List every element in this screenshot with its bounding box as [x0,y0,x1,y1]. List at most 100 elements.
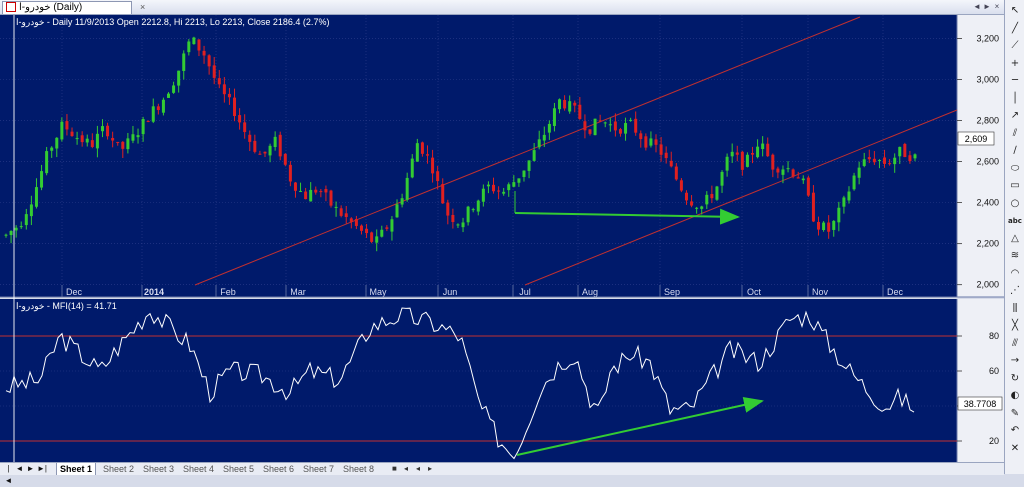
sheet-tab[interactable]: Sheet 8 [340,463,377,475]
tab-close-icon[interactable]: × [992,1,1002,12]
candle-body [4,234,8,236]
candle-body [669,160,673,167]
sheet-nav-2-icon[interactable]: ► [26,463,35,475]
candle-body [796,177,800,179]
undo-icon[interactable]: ↶ [1007,424,1023,438]
arrow-icon[interactable]: → [1007,354,1023,368]
candle-body [19,226,23,228]
candle-body [40,171,44,188]
candle-body [766,143,770,157]
pointer-icon[interactable]: ↖ [1007,4,1023,18]
andrews-icon[interactable]: ⫻ [1007,337,1023,351]
vertical-line-icon[interactable]: │ [1007,92,1023,106]
candle-body [95,133,99,149]
color-icon[interactable]: ◐ [1007,389,1023,403]
candle-body [212,65,216,78]
candle-body [690,201,694,206]
sheet-nav-1-icon[interactable]: ◄ [15,463,24,475]
sheet-add-icon[interactable]: ◂ [404,463,408,475]
price-pane[interactable] [0,15,957,297]
candle-body [563,100,567,109]
candle-body [674,166,678,180]
cycles-icon[interactable]: ⫼ [1007,302,1023,316]
candle-body [608,124,612,126]
circle-icon[interactable]: ○ [1007,197,1023,211]
candle-body [167,93,171,98]
sheet-next-icon[interactable]: ▸ [428,463,432,475]
price-xtick-label: Jul [519,287,531,297]
refresh-icon[interactable]: ↻ [1007,372,1023,386]
sheet-tab[interactable]: Sheet 7 [300,463,337,475]
regression-icon[interactable]: ∕ [1007,144,1023,158]
gann-icon[interactable]: ╳ [1007,319,1023,333]
close-icon[interactable]: × [140,2,145,12]
candle-body [207,55,211,67]
sheet-tab[interactable]: Sheet 4 [180,463,217,475]
candle-body [238,115,242,123]
chart-tab[interactable]: خودرو-ا (Daily) [2,1,132,14]
candle-body [395,204,399,218]
candle-body [908,155,912,162]
candle-body [725,156,729,171]
price-xtick-label: Mar [290,287,306,297]
lock-icon[interactable]: ■ [392,463,397,475]
candle-body [679,180,683,191]
candle-body [116,141,120,143]
sheet-nav-0-icon[interactable]: |◄ [4,463,13,487]
candle-body [24,214,28,226]
candle-body [695,207,699,209]
price-last-value: 2,609 [965,134,988,144]
sheet-tab[interactable]: Sheet 5 [220,463,257,475]
sheet-prev-icon[interactable]: ◂ [416,463,420,475]
candle-body [405,177,409,200]
tab-nav-right-icon[interactable]: ► [982,1,992,12]
candle-body [431,157,435,174]
tab-nav-left-icon[interactable]: ◄ [972,1,982,12]
fibonacci-icon[interactable]: ≋ [1007,249,1023,263]
candle-body [415,143,419,162]
fan-icon[interactable]: ⋰ [1007,284,1023,298]
price-ytick-label: 2,200 [976,239,999,249]
ray-icon[interactable]: ⟋ [1007,39,1023,53]
crosshair-icon[interactable]: + [1007,57,1023,71]
candle-body [278,134,282,157]
candle-body [273,136,277,148]
sheet-tab[interactable]: Sheet 1 [56,463,97,475]
candle-body [761,143,765,150]
candle-body [883,157,887,164]
trend-icon[interactable]: ↗ [1007,109,1023,123]
chart-area[interactable]: 2,000 2,200 2,400 2,600 2,800 3,000 3,200 Dec 2… [0,15,1004,462]
draw-icon[interactable]: ✎ [1007,407,1023,421]
text-icon[interactable]: abc [1007,214,1023,228]
candle-body [486,184,490,187]
candle-body [659,144,663,155]
delete-icon[interactable]: ✕ [1007,442,1023,456]
rectangle-icon[interactable]: ▭ [1007,179,1023,193]
candle-body [100,126,104,132]
line-icon[interactable]: ╱ [1007,22,1023,36]
candle-body [192,37,196,45]
candle-body [624,123,628,134]
candle-body [161,99,165,113]
candle-body [618,129,622,134]
candle-body [558,99,562,110]
candle-body [182,53,186,71]
sheet-tab[interactable]: Sheet 6 [260,463,297,475]
candle-body [451,214,455,223]
channel-icon[interactable]: ⫽ [1007,127,1023,141]
candle-body [111,138,115,141]
candle-body [354,218,358,226]
sheet-nav-3-icon[interactable]: ►| [37,463,47,475]
sheet-tab[interactable]: Sheet 3 [140,463,177,475]
arc-icon[interactable]: ◠ [1007,267,1023,281]
mfi-ytick-label: 80 [989,331,999,341]
triangle-icon[interactable]: △ [1007,232,1023,246]
sheet-tab[interactable]: Sheet 2 [100,463,137,475]
candle-body [862,159,866,166]
horizontal-line-icon[interactable]: ─ [1007,74,1023,88]
candle-body [634,118,638,133]
candle-body [29,204,33,217]
candle-body [471,209,475,211]
ellipse-icon[interactable]: ⬭ [1007,162,1023,176]
candle-body [263,151,267,154]
